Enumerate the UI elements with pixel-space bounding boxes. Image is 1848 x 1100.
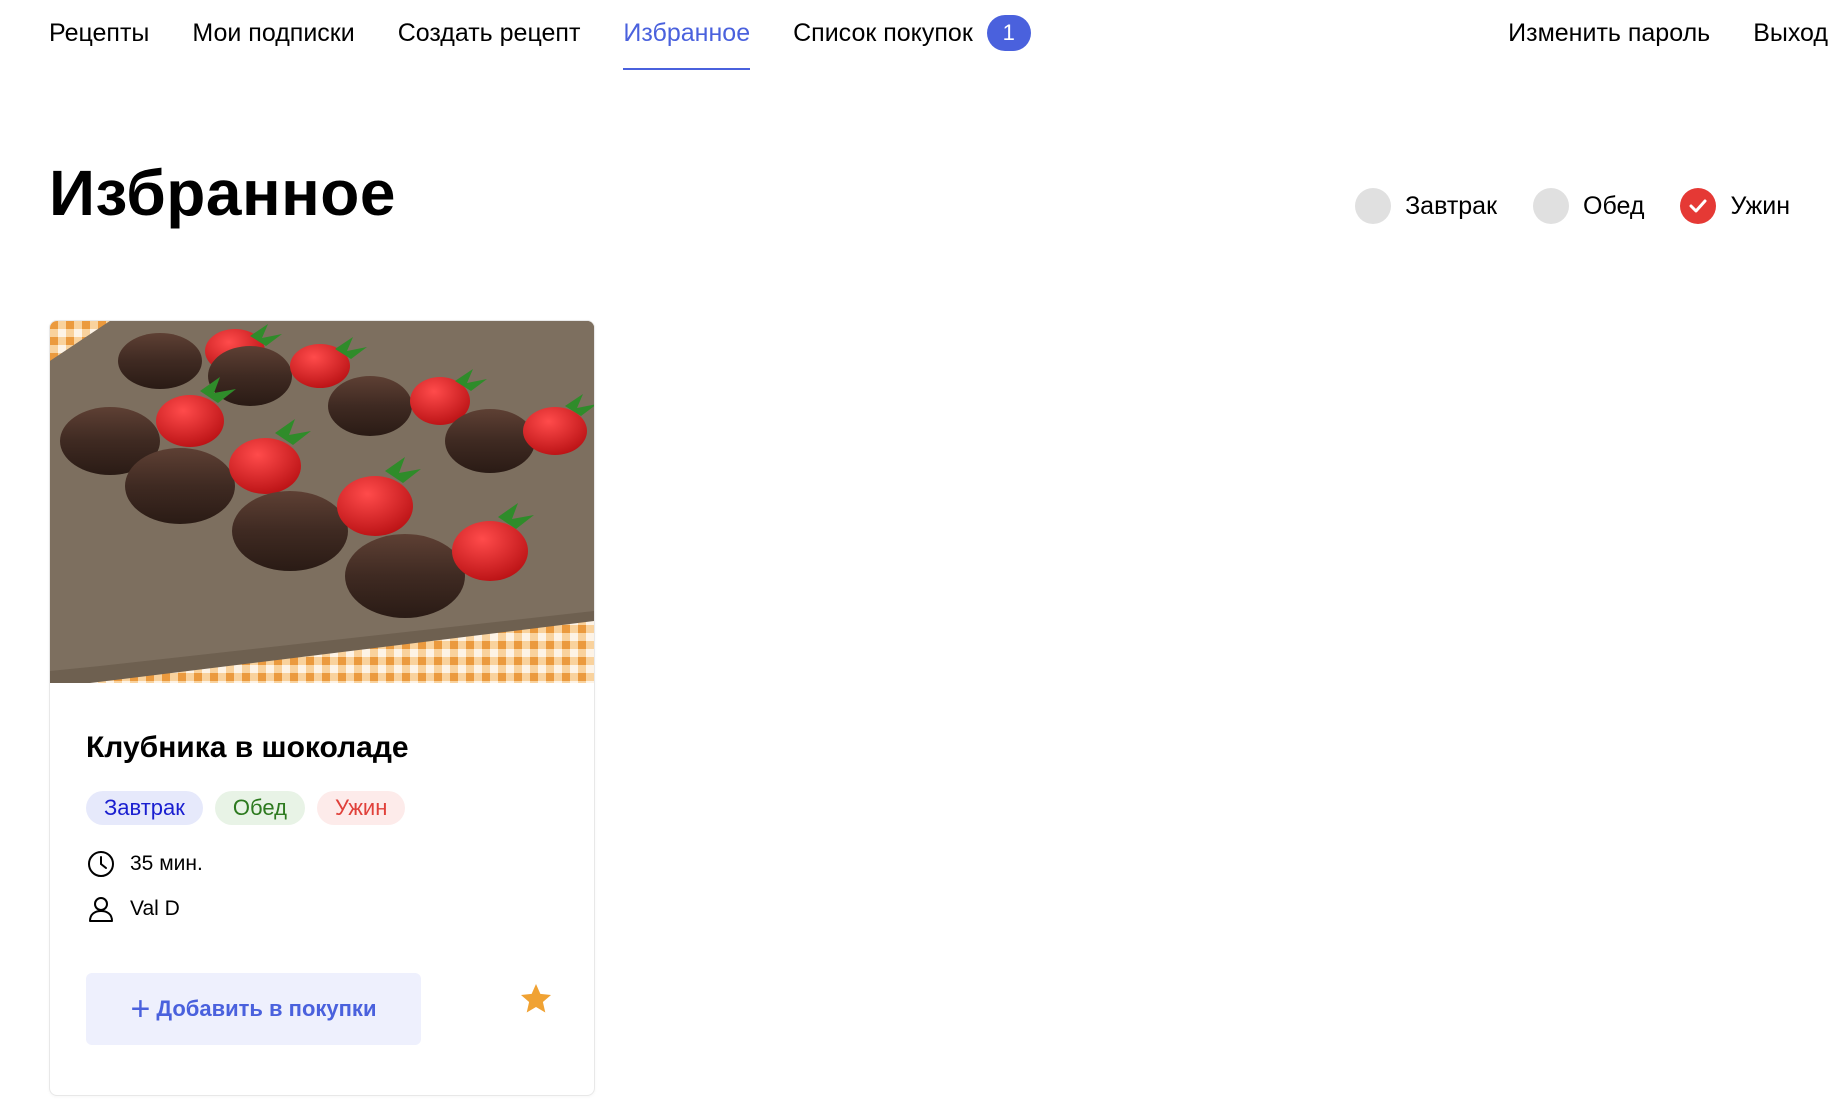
filter-checkbox-checked[interactable] (1680, 188, 1717, 224)
tag-lunch: Обед (214, 791, 305, 825)
filter-checkbox[interactable] (1533, 188, 1570, 224)
recipe-author-name[interactable]: Val D (130, 897, 180, 921)
user-icon (86, 894, 116, 924)
recipe-image[interactable] (50, 321, 594, 683)
recipe-card: Клубника в шоколаде Завтрак Обед Ужин 35… (49, 320, 595, 1096)
nav-favorites[interactable]: Избранное (623, 0, 750, 70)
filter-label: Обед (1583, 191, 1645, 220)
nav-subscriptions[interactable]: Мои подписки (192, 0, 354, 66)
nav-change-password[interactable]: Изменить пароль (1508, 0, 1710, 66)
filter-checkbox[interactable] (1355, 188, 1392, 224)
nav-recipes[interactable]: Рецепты (49, 0, 149, 66)
top-navigation: Рецепты Мои подписки Создать рецепт Избр… (0, 0, 1848, 72)
shopping-list-count-badge: 1 (986, 15, 1031, 51)
nav-logout[interactable]: Выход (1753, 0, 1828, 66)
nav-create-recipe[interactable]: Создать рецепт (398, 0, 581, 66)
account-nav: Изменить пароль Выход (1465, 0, 1828, 66)
tag-breakfast: Завтрак (86, 791, 203, 825)
recipe-title[interactable]: Клубника в шоколаде (86, 731, 409, 765)
filter-label: Ужин (1730, 191, 1790, 220)
nav-shopping-list[interactable]: Список покупок 1 (793, 0, 1031, 66)
recipe-time: 35 мин. (86, 849, 203, 879)
filter-lunch[interactable]: Обед (1533, 188, 1644, 224)
add-to-shopping-list-label: Добавить в покупки (156, 996, 377, 1021)
checkmark-icon (1689, 199, 1707, 213)
page-title: Избранное (49, 157, 396, 229)
meal-filters: Завтрак Обед Ужин (1319, 188, 1790, 224)
recipe-time-value: 35 мин. (130, 852, 203, 875)
favorite-star-icon[interactable] (518, 981, 558, 1021)
nav-shopping-list-label: Список покупок (793, 19, 973, 47)
filter-dinner[interactable]: Ужин (1680, 188, 1790, 224)
add-to-shopping-list-button[interactable]: + Добавить в покупки (86, 973, 421, 1045)
plus-icon: + (130, 990, 151, 1028)
recipe-tags: Завтрак Обед Ужин (86, 791, 417, 825)
tag-dinner: Ужин (316, 791, 406, 825)
clock-icon (86, 849, 116, 879)
recipe-author: Val D (86, 894, 180, 924)
filter-breakfast[interactable]: Завтрак (1355, 188, 1497, 224)
filter-label: Завтрак (1405, 191, 1498, 220)
main-nav: Рецепты Мои подписки Создать рецепт Избр… (49, 0, 1074, 72)
